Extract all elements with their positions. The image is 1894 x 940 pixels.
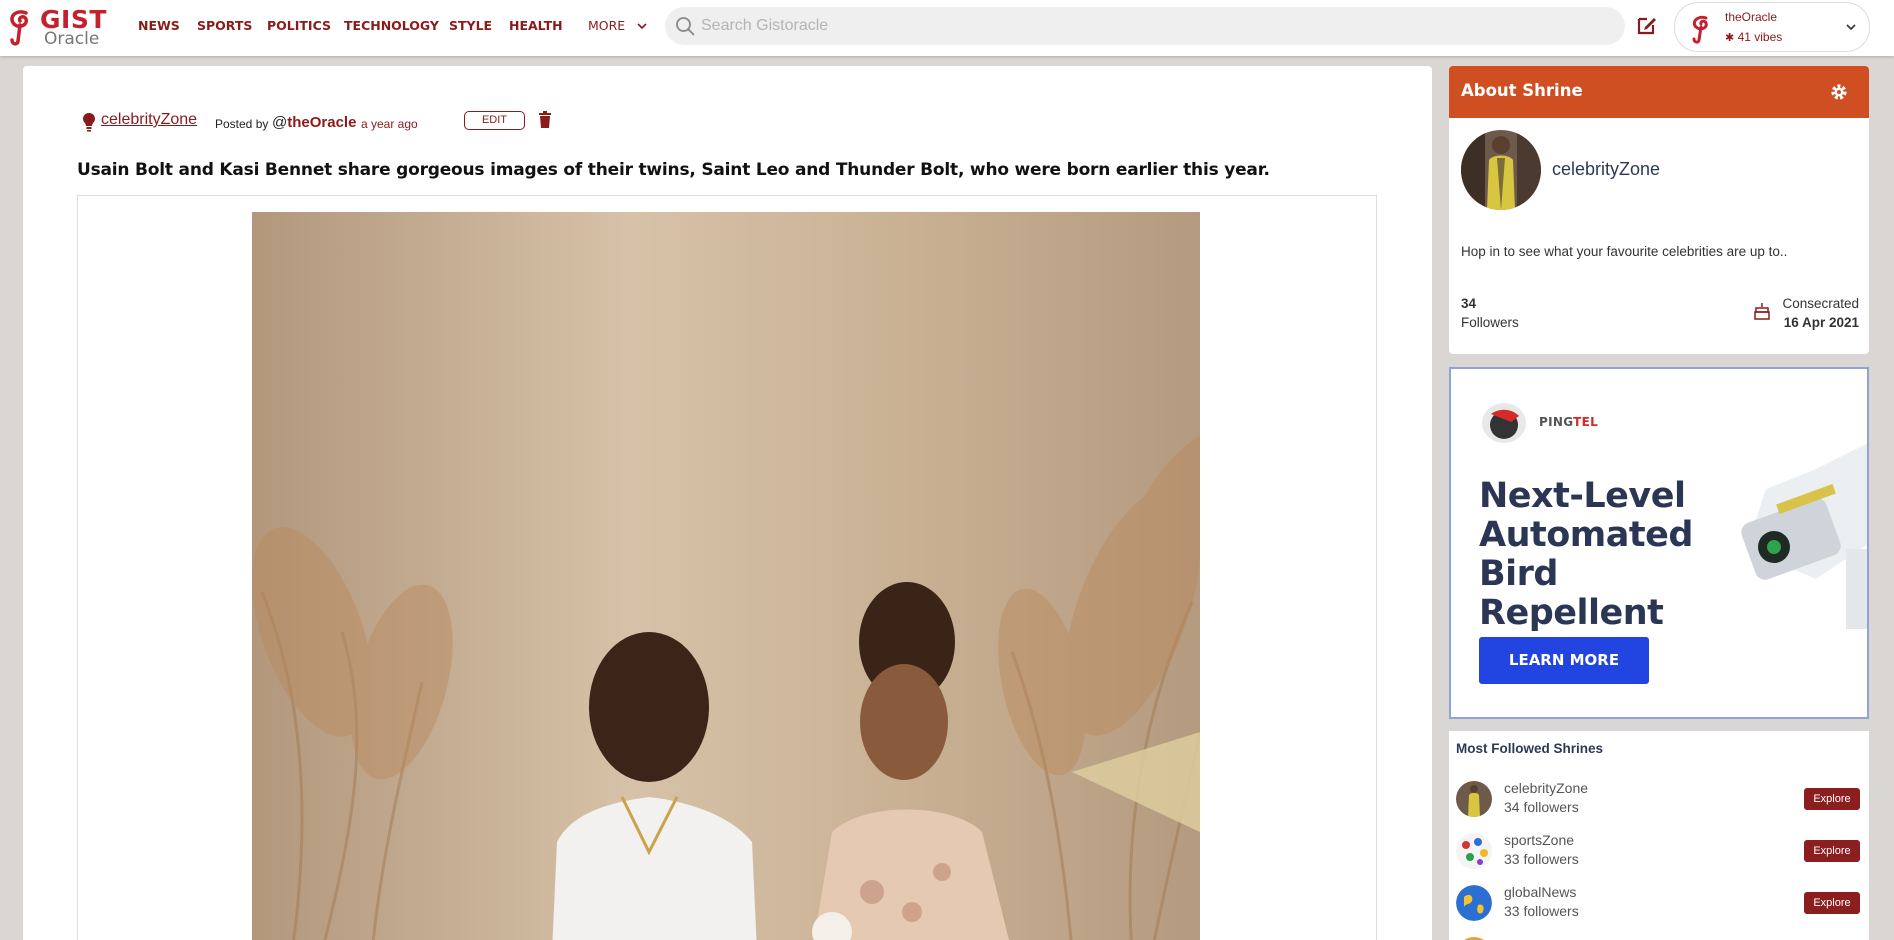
nav-more-dropdown[interactable]: MORE — [588, 18, 647, 33]
search-input[interactable] — [701, 13, 1601, 39]
post-author-link[interactable]: @theOracle — [272, 114, 356, 131]
followers-label: Followers — [1461, 315, 1519, 330]
trash-icon[interactable] — [538, 111, 552, 129]
site-logo[interactable]: GIST Oracle — [6, 7, 106, 49]
followers-count: 34 — [1461, 296, 1477, 311]
family-photo-illustration — [252, 212, 1200, 940]
posted-by-label: Posted by — [215, 117, 269, 131]
explore-button[interactable]: Explore — [1804, 788, 1860, 810]
shrine-row-followers: 33 followers — [1504, 851, 1579, 867]
shrine-description: Hop in to see what your favourite celebr… — [1461, 244, 1788, 259]
post-photo[interactable] — [252, 212, 1200, 940]
avatar — [1456, 885, 1492, 921]
search-bar[interactable] — [665, 7, 1625, 45]
gear-icon[interactable] — [1829, 82, 1849, 102]
ad-brand-name: PINGTEL — [1539, 415, 1598, 429]
post-shrine-link[interactable]: celebrityZone — [101, 111, 197, 129]
explore-button[interactable]: Explore — [1804, 840, 1860, 862]
ad-learn-more-button[interactable]: LEARN MORE — [1479, 637, 1649, 684]
most-followed-card: Most Followed Shrines celebrityZone 34 f… — [1449, 731, 1869, 940]
edit-post-button[interactable]: EDIT — [464, 111, 525, 130]
post-author-name: theOracle — [287, 114, 357, 131]
chevron-down-icon — [1846, 24, 1856, 31]
shrine-avatar-image — [1461, 130, 1541, 210]
shrine-name[interactable]: celebrityZone — [1552, 159, 1660, 180]
nav-sports[interactable]: SPORTS — [197, 18, 252, 33]
user-vibes-label: 41 vibes — [1737, 30, 1783, 44]
nav-style[interactable]: STYLE — [449, 18, 492, 33]
bulb-icon — [83, 113, 95, 132]
user-vibes: ✱ 41 vibes — [1725, 30, 1782, 44]
celebrityzone-avatar-image — [1456, 781, 1492, 817]
author-prefix: @ — [272, 114, 288, 131]
nav-politics[interactable]: POLITICS — [267, 18, 331, 33]
create-post-icon[interactable] — [1636, 14, 1658, 36]
gist-logo-icon — [10, 10, 29, 46]
shrine-avatar — [1461, 130, 1541, 210]
top-navbar: GIST Oracle NEWS SPORTS POLITICS TECHNOL… — [0, 0, 1894, 56]
nav-technology[interactable]: TECHNOLOGY — [344, 18, 439, 33]
consecrated-label: Consecrated — [1782, 296, 1859, 311]
laser-device-image — [1741, 424, 1867, 629]
pingtel-logo-icon — [1482, 403, 1526, 443]
about-shrine-title: About Shrine — [1461, 81, 1583, 100]
most-followed-title: Most Followed Shrines — [1456, 741, 1604, 756]
post-title: Usain Bolt and Kasi Bennet share gorgeou… — [77, 160, 1270, 180]
nav-more-label: MORE — [588, 18, 626, 33]
list-item: celebrityZone 34 followers Explore — [1449, 777, 1869, 827]
cake-icon — [1754, 303, 1770, 320]
shrine-row-followers: 33 followers — [1504, 903, 1579, 919]
post-timestamp: a year ago — [361, 117, 418, 131]
globalnews-avatar-image — [1456, 885, 1492, 921]
search-icon — [676, 17, 695, 36]
avatar — [1456, 781, 1492, 817]
sparkle-icon: ✱ — [1725, 32, 1735, 44]
list-item: globalNews 33 followers Explore — [1449, 881, 1869, 931]
shrine-row-name[interactable]: globalNews — [1504, 884, 1576, 900]
shrine-row-name[interactable]: sportsZone — [1504, 832, 1574, 848]
about-shrine-header: About Shrine — [1449, 66, 1869, 118]
nav-news[interactable]: NEWS — [138, 18, 180, 33]
logo-text-oracle: Oracle — [44, 29, 100, 49]
ad-brand-part-a: PING — [1539, 415, 1574, 429]
advertisement[interactable]: PINGTEL Next-Level Automated Bird Repell… — [1449, 367, 1869, 719]
shrine-row-name[interactable]: celebrityZone — [1504, 780, 1588, 796]
list-item — [1449, 933, 1869, 940]
sportszone-avatar-image — [1456, 833, 1492, 869]
about-shrine-card: About Shrine celebrityZone Hop in to see… — [1449, 66, 1869, 354]
gist-logo-icon — [1692, 15, 1708, 44]
shrine-row-followers: 34 followers — [1504, 799, 1579, 815]
user-menu[interactable]: theOracle ✱ 41 vibes — [1674, 2, 1870, 52]
consecrated-date: 16 Apr 2021 — [1783, 315, 1859, 330]
user-name: theOracle — [1725, 10, 1778, 24]
explore-button[interactable]: Explore — [1804, 892, 1860, 914]
avatar — [1456, 833, 1492, 869]
chevron-down-icon — [637, 23, 647, 30]
nav-health[interactable]: HEALTH — [509, 18, 563, 33]
ad-brand-part-b: TEL — [1573, 415, 1599, 429]
list-item: sportsZone 33 followers Explore — [1449, 829, 1869, 879]
